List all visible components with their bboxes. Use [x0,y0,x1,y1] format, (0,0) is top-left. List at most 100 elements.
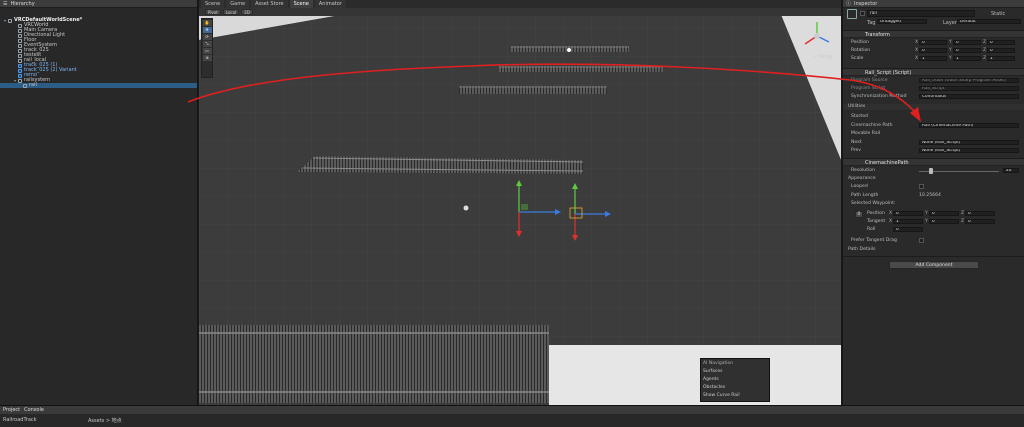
project-breadcrumb: Assets > 地点 [88,418,122,424]
resolution-field[interactable]: 20 [1003,168,1019,173]
gameobject-icon [18,38,22,43]
tag-dropdown[interactable]: Untagged [877,19,927,24]
waypoint-position-x-field[interactable]: 0 [893,211,923,216]
cinemachine-path-label: Cinemachine Path [851,123,893,128]
gameobject-icon [18,58,22,63]
scene-tool-icon[interactable]: ✋ [202,20,212,26]
active-checkbox[interactable] [860,11,865,16]
transform-z-field[interactable]: 0 [987,40,1015,45]
rail-script-row-field[interactable]: Continuous [919,94,1019,99]
scene-tab[interactable]: Game [226,0,250,8]
add-component-button[interactable]: Add Component [889,261,979,269]
next-label: Next [851,140,862,145]
looped-row: Looped [843,184,1024,190]
axis-label: X [889,211,893,216]
scene-tab[interactable]: Scene [289,0,313,8]
hierarchy-item-label: railsystem [24,77,50,83]
selected-waypoint-label: Selected Waypoint: [851,201,896,206]
inspector-tab[interactable]: ⓘ Inspector [843,0,1024,8]
transform-z-field[interactable]: 0 [987,48,1015,53]
camera-gizmo-icon[interactable] [463,205,469,211]
appearance-label: Appearance [848,176,876,181]
transform-x-field[interactable]: 0 [919,48,947,53]
overlay-item[interactable]: Show Curve Rail [703,392,767,400]
scene-tab-bar: Scene Game Asset Store Scene Animator [199,0,841,8]
cinemachine-path-title: CinemachinePath [865,160,909,166]
scene-toolbar-button[interactable]: Local [222,9,240,15]
project-folder[interactable]: RailroadTrack [3,417,37,423]
movable-rail-row: Movable Rail [843,131,1024,137]
hierarchy-item[interactable]: rail [0,83,197,88]
axis-label: X [915,56,919,61]
object-name-field[interactable]: rail [867,10,975,17]
cinemachine-path-header[interactable]: CinemachinePath [843,158,1024,166]
track-3 [459,86,607,94]
scene-tool-icon[interactable]: ⤡ [202,41,212,47]
looped-checkbox[interactable] [919,184,924,189]
persp-label[interactable]: < Persp [813,54,833,60]
utilities-foldout[interactable]: Utilities [843,104,1024,110]
light-gizmo-icon[interactable] [567,48,571,52]
scene-tab[interactable]: Animator [314,0,346,8]
project-panel: Project Console RailroadTrack Assets > 地点 [0,405,1024,427]
scene-tool-icon[interactable]: ⟳ [202,34,212,40]
scene-view[interactable]: < Persp Scene Game Asset Store Scene Animato… [199,0,841,405]
transform-z-field[interactable]: 1 [987,56,1015,61]
overlay-item[interactable]: Surfaces [703,368,767,376]
floor-edge-bottom [549,345,841,405]
waypoint-position-y-field[interactable]: 0 [929,211,959,216]
scene-toolbar-button[interactable]: 2D [241,9,253,15]
hierarchy-tree: ▾ VRCDefaultWorldScene* VRCWorld Main Camer… [0,8,197,88]
prefer-tangent-checkbox[interactable] [919,238,924,243]
scene-toolbar-button[interactable]: Pivot [205,9,221,15]
scene-viewport[interactable]: < Persp [199,0,841,405]
gameobject-icon [18,68,22,73]
layer-label: Layer [943,20,957,26]
hierarchy-icon: ☰ [3,0,8,7]
hierarchy-tab[interactable]: ☰ Hierarchy [0,0,197,8]
waypoint-tangent-x-field[interactable]: 1 [893,219,923,224]
rail-script-header[interactable]: Rail_Script (Script) [843,68,1024,76]
overlay-items: Surfaces Agents Obstacles Show Curve Rail [703,368,767,400]
inspector-panel: ⓘ Inspector rail Static Tag Untagged Lay… [842,0,1024,405]
gameobject-icon [8,18,12,23]
started-label: Started [851,114,868,119]
prev-field[interactable]: None (Rail_Script) [919,148,1019,153]
divider [843,256,1024,257]
gameobject-icon [18,28,22,33]
scene-tools-palette: ✋ ✥ ⟳ ⤡ ▭ ⊕ [201,18,213,78]
static-label[interactable]: Static [991,11,1005,17]
transform-y-field[interactable]: 0 [953,40,981,45]
scene-tool-icon[interactable]: ✥ [202,27,212,33]
transform-header[interactable]: Transform [843,30,1024,38]
scene-toolbar: Pivot Local 2D [199,8,841,16]
layer-dropdown[interactable]: Default [957,19,1021,24]
rail-script-row-field[interactable]: Rail_Script [919,86,1019,91]
scene-tool-icon[interactable]: ▭ [202,48,212,54]
axis-label: Z [961,211,965,216]
scene-tab[interactable]: Scene [201,0,225,8]
scene-tool-icon[interactable]: ⊕ [202,55,212,61]
waypoint-roll-row: Roll [843,227,1024,233]
waypoint-tangent-z-field[interactable]: 0 [965,219,995,224]
waypoint-tangent-y-field[interactable]: 0 [929,219,959,224]
appearance-foldout[interactable]: Appearance [843,176,1024,182]
rail-script-row-field[interactable]: Rail_Udon (Udon Sharp Program Asset) [919,78,1019,83]
waypoint-position-z-field[interactable]: 0 [965,211,995,216]
transform-x-field[interactable]: 1 [919,56,947,61]
bottom-tab[interactable]: Console [24,407,44,413]
bottom-tab[interactable]: Project [3,407,20,413]
transform-y-field[interactable]: 1 [953,56,981,61]
overlay-item[interactable]: Obstacles [703,384,767,392]
transform-y-field[interactable]: 0 [953,48,981,53]
scene-tab[interactable]: Asset Store [251,0,288,8]
path-details-foldout[interactable]: Path Details [843,247,1024,253]
path-length-label: Path Length [851,193,879,198]
overlay-title: AI Navigation [703,361,734,366]
next-field[interactable]: None (Rail_Script) [919,140,1019,145]
waypoint-roll-field[interactable]: 0 [893,227,923,232]
overlay-item[interactable]: Agents [703,376,767,384]
transform-x-field[interactable]: 0 [919,40,947,45]
cinemachine-path-field[interactable]: Rail (Cinemachine Path) [919,123,1019,128]
resolution-slider-thumb[interactable] [929,168,933,174]
